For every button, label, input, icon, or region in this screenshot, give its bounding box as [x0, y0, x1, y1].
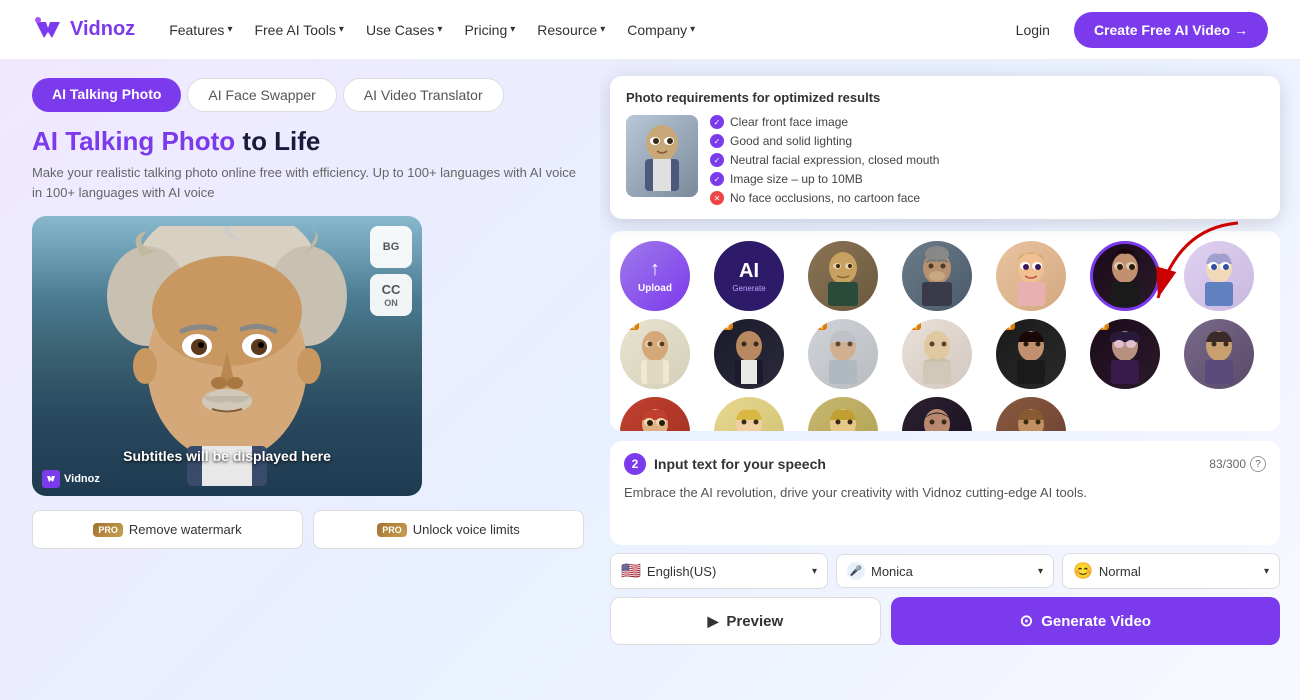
avatar-blonde-2[interactable] [808, 397, 878, 431]
vidnoz-watermark: Vidnoz [42, 470, 100, 488]
avatar-brown-hair[interactable] [996, 397, 1066, 431]
main-nav: Features▾ Free AI Tools▾ Use Cases▾ Pric… [159, 16, 705, 44]
generate-label: Generate [732, 284, 765, 293]
nav-pricing[interactable]: Pricing▾ [454, 16, 525, 44]
bottom-action-buttons: PRO Remove watermark PRO Unlock voice li… [32, 510, 584, 549]
generate-label: Generate Video [1041, 613, 1151, 630]
hero-title: AI Talking Photo to Life [32, 126, 584, 157]
text-input-section: 2 Input text for your speech 83/300 ? Em… [610, 441, 1280, 545]
tab-bar: AI Talking Photo AI Face Swapper AI Vide… [32, 78, 584, 112]
generate-row: ▶ Preview ⊙ Generate Video [610, 597, 1280, 645]
avatar-suit-man-2[interactable]: HQ [714, 319, 784, 389]
nav-use-cases[interactable]: Use Cases▾ [356, 16, 453, 44]
create-free-video-button[interactable]: Create Free AI Video → [1074, 12, 1268, 48]
avatar-suit-man-1[interactable]: HQ [620, 319, 690, 389]
remove-watermark-button[interactable]: PRO Remove watermark [32, 510, 303, 549]
video-preview-area: Subtitles will be displayed here Vidnoz … [32, 216, 422, 496]
section-number-badge: 2 [624, 453, 646, 475]
bg-control-button[interactable]: BG [370, 226, 412, 268]
rule-image-size: ✓ Image size – up to 10MB [710, 172, 939, 186]
generate-video-button[interactable]: ⊙ Generate Video [891, 597, 1280, 645]
main-content: AI Talking Photo AI Face Swapper AI Vide… [0, 60, 1300, 700]
voice-selector[interactable]: 🎤 Monica ▾ [836, 554, 1054, 588]
style-selector[interactable]: 😊 Normal ▾ [1062, 553, 1280, 589]
tab-ai-video-translator[interactable]: AI Video Translator [343, 78, 504, 112]
tab-ai-talking-photo[interactable]: AI Talking Photo [32, 78, 181, 112]
help-icon[interactable]: ? [1250, 456, 1266, 472]
logo[interactable]: Vidnoz [32, 14, 135, 46]
header: Vidnoz Features▾ Free AI Tools▾ Use Case… [0, 0, 1300, 60]
upload-label: Upload [638, 283, 672, 294]
avatar-dark-2[interactable] [902, 397, 972, 431]
unlock-voice-label: Unlock voice limits [413, 522, 520, 537]
avatar-mona-lisa[interactable] [808, 241, 878, 311]
nav-features[interactable]: Features▾ [159, 16, 242, 44]
char-count: 83/300 [1209, 457, 1246, 471]
tab-ai-face-swapper[interactable]: AI Face Swapper [187, 78, 336, 112]
nav-free-ai-tools[interactable]: Free AI Tools▾ [244, 16, 353, 44]
ai-label: AI [739, 260, 759, 283]
avatar-fantasy[interactable]: HQ [1090, 319, 1160, 389]
avatar-grid-container: ↑ Upload AI Generate [610, 231, 1280, 431]
avatar-grey-woman[interactable]: HQ [808, 319, 878, 389]
hero-subtitle: Make your realistic talking photo online… [32, 163, 584, 202]
avatar-redhead[interactable] [620, 397, 690, 431]
pro-badge-watermark: PRO [93, 523, 123, 537]
header-right: Login Create Free AI Video → [1004, 12, 1268, 48]
left-panel: AI Talking Photo AI Face Swapper AI Vide… [0, 60, 600, 700]
photo-requirements-tooltip: Photo requirements for optimized results [610, 76, 1280, 219]
video-controls: BG CC ON [370, 226, 412, 316]
remove-watermark-label: Remove watermark [129, 522, 242, 537]
controls-row: 🇺🇸 English(US) ▾ 🎤 Monica ▾ 😊 Normal ▾ [610, 553, 1280, 589]
avatar-casual-1[interactable] [1184, 319, 1254, 389]
play-icon: ▶ [708, 613, 719, 630]
avatar-anime-boy[interactable] [1184, 241, 1254, 311]
avatar-hoodie[interactable]: HQ [902, 319, 972, 389]
avatar-dark-woman[interactable] [1090, 241, 1160, 311]
rule-lighting: ✓ Good and solid lighting [710, 134, 939, 148]
avatar-anime-girl-1[interactable] [996, 241, 1066, 311]
rule-expression: ✓ Neutral facial expression, closed mout… [710, 153, 939, 167]
section-title: Input text for your speech [654, 456, 826, 472]
avatar-ai-generate-button[interactable]: AI Generate [714, 241, 784, 311]
tooltip-rules-list: ✓ Clear front face image ✓ Good and soli… [710, 115, 939, 205]
cc-control-button[interactable]: CC ON [370, 274, 412, 316]
avatar-grid: ↑ Upload AI Generate [610, 231, 1280, 431]
rule-clear-face: ✓ Clear front face image [710, 115, 939, 129]
subtitle-overlay: Subtitles will be displayed here [123, 448, 331, 466]
unlock-voice-button[interactable]: PRO Unlock voice limits [313, 510, 584, 549]
language-selector[interactable]: 🇺🇸 English(US) ▾ [610, 553, 828, 589]
avatar-elder-man[interactable] [902, 241, 972, 311]
speech-text-content[interactable]: Embrace the AI revolution, drive your cr… [624, 483, 1266, 533]
login-button[interactable]: Login [1004, 16, 1062, 44]
tooltip-title: Photo requirements for optimized results [626, 90, 1264, 105]
subtitle-text: Subtitles will be displayed here [123, 448, 331, 464]
rule-no-occlusion: ✕ No face occlusions, no cartoon face [710, 191, 939, 205]
avatar-black-outfit[interactable]: HQ [996, 319, 1066, 389]
preview-label: Preview [726, 613, 783, 630]
avatar-upload-button[interactable]: ↑ Upload [620, 241, 690, 311]
tooltip-sample-image [626, 115, 698, 197]
vidnoz-logo-icon [32, 14, 64, 46]
logo-text: Vidnoz [70, 18, 135, 41]
avatar-blonde-1[interactable] [714, 397, 784, 431]
nav-company[interactable]: Company▾ [617, 16, 705, 44]
right-panel: Photo requirements for optimized results [600, 60, 1300, 700]
generate-icon: ⊙ [1020, 611, 1033, 631]
watermark-text: Vidnoz [64, 473, 100, 485]
nav-resource[interactable]: Resource▾ [527, 16, 615, 44]
preview-button[interactable]: ▶ Preview [610, 597, 881, 645]
pro-badge-voice: PRO [377, 523, 407, 537]
